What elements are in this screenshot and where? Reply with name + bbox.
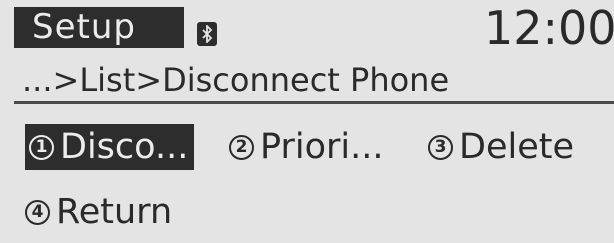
menu-item-delete[interactable]: 3 Delete [428,124,574,170]
number-1-icon: 1 [29,134,54,160]
menu-item-label: Return [56,192,173,232]
bluetooth-icon [197,22,217,46]
number-3-icon: 3 [428,134,453,160]
breadcrumb: ...>List>Disconnect Phone [22,61,450,99]
page-title-label: Setup [32,7,136,47]
divider [14,101,614,104]
number-2-icon: 2 [229,134,254,160]
bluetooth-glyph [202,25,213,43]
menu-item-disconnect[interactable]: 1 Disco... [25,124,195,170]
head-unit-screen: Setup 12:00 ...>List>Disconnect Phone 1 … [0,0,614,243]
menu-item-priority[interactable]: 2 Priori... [229,124,384,170]
number-4-icon: 4 [25,199,50,225]
menu-item-label: Delete [459,127,574,167]
menu-item-label: Priori... [260,127,384,167]
menu-item-label: Disco... [60,127,189,167]
page-title: Setup [14,7,184,48]
menu-item-return[interactable]: 4 Return [25,189,172,235]
clock: 12:00 [484,3,614,53]
